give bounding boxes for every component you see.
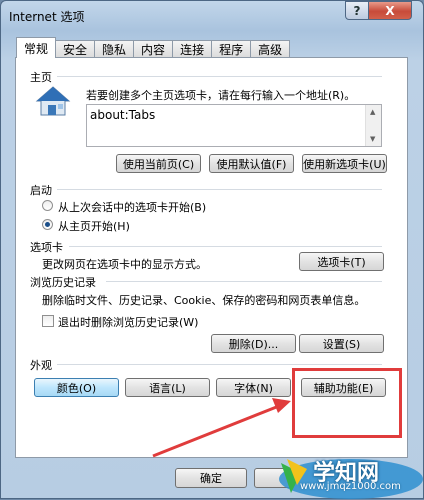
ok-button[interactable]: 确定 — [175, 468, 247, 488]
internet-options-window: Internet 选项 ? X 常规 安全 隐私 内容 连接 程序 高级 主页 … — [0, 0, 424, 499]
annotation-arrow-icon — [152, 398, 291, 458]
tab-general[interactable]: 常规 — [16, 37, 57, 58]
watermark-url: www.jmqz1000.com — [300, 481, 401, 492]
